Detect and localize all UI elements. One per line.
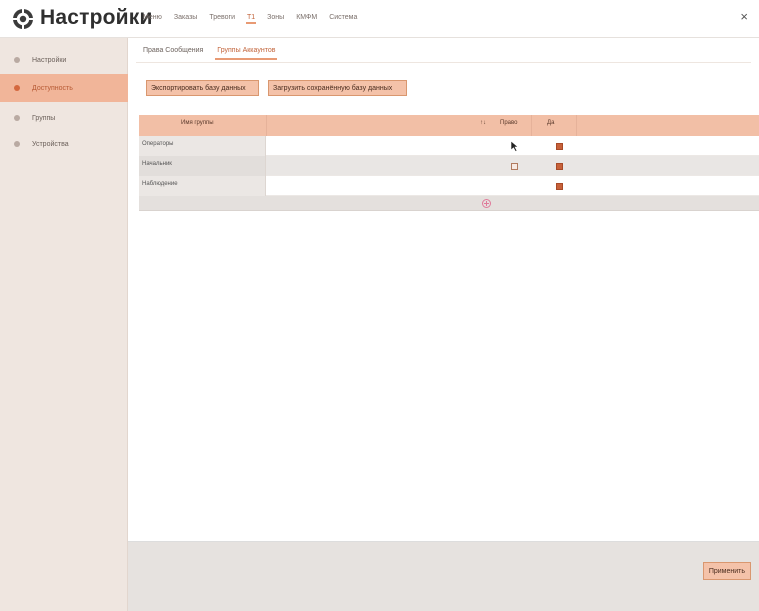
column-separator: [576, 115, 577, 136]
tab-account-groups[interactable]: Группы Аккаунтов: [215, 44, 278, 60]
subtabs: Права Сообщения Группы Аккаунтов: [141, 44, 278, 60]
sidebar-item-label: Группы: [32, 114, 56, 122]
tab-messages[interactable]: Права Сообщения: [141, 44, 205, 60]
top-menu-item[interactable]: Зоны: [266, 13, 285, 24]
main-content: Права Сообщения Группы Аккаунтов Экспорт…: [128, 38, 759, 611]
dot-icon: [14, 141, 20, 147]
footer-bar: Применить: [128, 541, 759, 611]
export-db-button[interactable]: Экспортировать базу данных: [146, 80, 259, 96]
import-db-button[interactable]: Загрузить сохранённую базу данных: [268, 80, 407, 96]
top-menu: Меню Заказы Тревоги Т1 Зоны КМФМ Система: [142, 13, 358, 24]
top-menu-item[interactable]: Меню: [142, 13, 163, 24]
sidebar-item-groups[interactable]: Группы: [0, 104, 128, 132]
sidebar-item-devices[interactable]: Устройства: [0, 130, 128, 158]
top-menu-item[interactable]: Система: [328, 13, 358, 24]
column-header-yes[interactable]: Да: [547, 120, 554, 126]
group-name-cell[interactable]: Операторы: [139, 136, 266, 156]
sidebar-item-access[interactable]: Доступность: [0, 74, 128, 102]
sidebar-item-label: Настройки: [32, 56, 67, 64]
right-checkbox[interactable]: [511, 163, 518, 170]
dot-icon: [14, 115, 20, 121]
table-row[interactable]: Операторы: [139, 136, 759, 156]
sidebar: Настройки Доступность Группы Устройства: [0, 38, 128, 611]
table-header: Имя группы ↑↓ Право Да: [139, 115, 759, 136]
add-circle-icon[interactable]: [482, 199, 491, 208]
column-header-right[interactable]: Право: [500, 120, 517, 126]
cursor-icon: [510, 140, 519, 152]
top-menu-item[interactable]: КМФМ: [295, 13, 318, 24]
dot-icon: [14, 57, 20, 63]
yes-checkbox[interactable]: [556, 143, 563, 150]
sort-icon[interactable]: ↑↓: [480, 120, 486, 126]
column-header-name[interactable]: Имя группы: [181, 120, 214, 126]
group-name-cell[interactable]: Начальник: [139, 156, 266, 176]
yes-checkbox[interactable]: [556, 183, 563, 190]
column-separator: [266, 115, 267, 136]
column-separator: [531, 115, 532, 136]
top-menu-item-active[interactable]: Т1: [246, 13, 257, 24]
group-name-cell[interactable]: Наблюдение: [139, 176, 266, 196]
dot-icon: [14, 85, 20, 91]
close-icon[interactable]: ×: [740, 10, 748, 23]
divider: [136, 62, 751, 63]
table-row[interactable]: Начальник: [139, 156, 759, 176]
top-menu-item[interactable]: Заказы: [173, 13, 198, 24]
sidebar-item-settings[interactable]: Настройки: [0, 46, 128, 74]
sidebar-item-label: Устройства: [32, 140, 69, 148]
app-header: Настройки Меню Заказы Тревоги Т1 Зоны КМ…: [0, 0, 759, 38]
table-row[interactable]: Наблюдение: [139, 176, 759, 196]
add-row[interactable]: [139, 196, 759, 211]
sidebar-item-label: Доступность: [32, 84, 73, 92]
apply-button[interactable]: Применить: [702, 562, 751, 580]
top-menu-item[interactable]: Тревоги: [208, 13, 236, 24]
yes-checkbox[interactable]: [556, 163, 563, 170]
groups-table: Имя группы ↑↓ Право Да Операторы Начальн…: [139, 115, 759, 211]
settings-logo-icon: [13, 9, 33, 29]
app-title: Настройки: [40, 6, 153, 29]
